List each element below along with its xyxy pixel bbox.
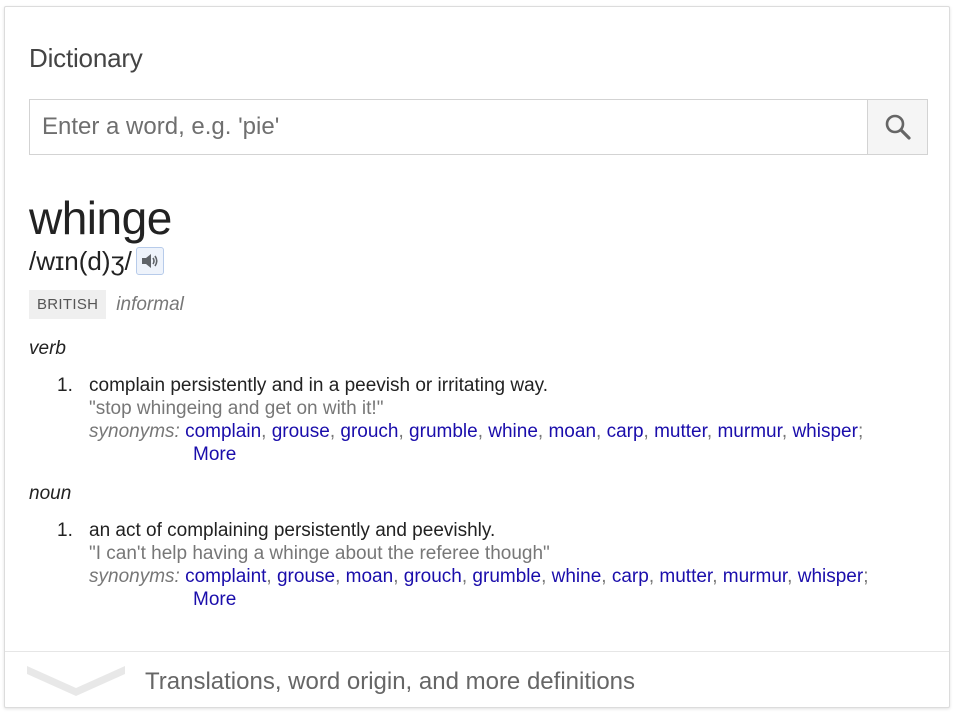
definition: an act of complaining persistently and p…: [89, 520, 496, 541]
speaker-icon: [141, 254, 158, 268]
synonym-link[interactable]: mutter: [659, 566, 712, 587]
synonym-link[interactable]: grumble: [409, 421, 478, 442]
chevron-down-icon: [27, 666, 125, 696]
synonym-link[interactable]: grouse: [272, 421, 330, 442]
synonyms-label: synonyms:: [89, 421, 180, 442]
search-button[interactable]: [867, 99, 928, 155]
synonym-link[interactable]: whisper: [798, 566, 863, 587]
synonym-link[interactable]: whine: [488, 421, 538, 442]
synonym-link[interactable]: complaint: [185, 566, 266, 587]
part-of-speech-noun: noun: [29, 483, 72, 504]
synonym-link[interactable]: carp: [607, 421, 644, 442]
more-definitions-label: Translations, word origin, and more defi…: [145, 668, 636, 695]
more-definitions-expander[interactable]: Translations, word origin, and more defi…: [5, 651, 949, 708]
synonyms-line: synonyms: complain, grouse, grouch, grum…: [89, 421, 864, 442]
synonyms-line: synonyms: complaint, grouse, moan, grouc…: [89, 566, 869, 587]
synonym-link[interactable]: grouch: [340, 421, 398, 442]
synonym-link[interactable]: carp: [612, 566, 649, 587]
synonym-link[interactable]: murmur: [717, 421, 781, 442]
pronounce-audio-button[interactable]: [135, 247, 164, 275]
synonym-link[interactable]: murmur: [723, 566, 787, 587]
sense-number: 1.: [57, 375, 73, 396]
synonyms-label: synonyms:: [89, 566, 180, 587]
definition: complain persistently and in a peevish o…: [89, 375, 549, 396]
synonym-link[interactable]: grouch: [404, 566, 462, 587]
part-of-speech-verb: verb: [29, 338, 66, 359]
synonym-link[interactable]: whisper: [792, 421, 857, 442]
more-synonyms-link[interactable]: More: [193, 589, 236, 611]
sense-number: 1.: [57, 520, 73, 541]
synonym-link[interactable]: moan: [346, 566, 394, 587]
usage-tags: BRITISH informal: [29, 290, 184, 319]
more-synonyms-link[interactable]: More: [193, 444, 236, 466]
card-title: Dictionary: [29, 43, 143, 73]
region-badge: BRITISH: [29, 290, 107, 319]
synonym-link[interactable]: mutter: [654, 421, 707, 442]
example: "stop whingeing and get on with it!": [89, 398, 384, 419]
search-icon: [885, 114, 911, 140]
example: "I can't help having a whinge about the …: [89, 543, 550, 564]
dictionary-card: Dictionary whinge /wɪn(d)ʒ/ BRITISH info…: [4, 6, 950, 708]
synonym-link[interactable]: whine: [552, 566, 602, 587]
search-box: [29, 99, 867, 155]
pronunciation-row: /wɪn(d)ʒ/: [29, 245, 164, 277]
synonym-link[interactable]: grumble: [472, 566, 541, 587]
synonym-link[interactable]: moan: [548, 421, 596, 442]
pronunciation: /wɪn(d)ʒ/: [29, 245, 132, 276]
register-label: informal: [116, 293, 184, 315]
headword: whinge: [29, 192, 172, 244]
synonym-link[interactable]: grouse: [277, 566, 335, 587]
search-input[interactable]: [30, 100, 867, 154]
synonym-link[interactable]: complain: [185, 421, 261, 442]
